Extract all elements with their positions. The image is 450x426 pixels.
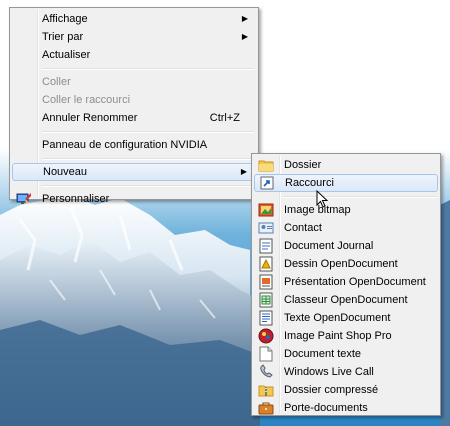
menu-item-coller: Coller bbox=[12, 73, 256, 91]
menu-item-label: Panneau de configuration NVIDIA bbox=[42, 139, 208, 151]
spreadsheet-icon bbox=[258, 292, 274, 308]
menu-item-label: Windows Live Call bbox=[284, 366, 374, 378]
contact-icon bbox=[258, 220, 274, 236]
submenu-item-dessin-opendocument[interactable]: Dessin OpenDocument bbox=[254, 255, 438, 273]
menu-item-label: Présentation OpenDocument bbox=[284, 276, 426, 288]
journal-icon bbox=[258, 238, 274, 254]
shortcut-icon bbox=[259, 175, 275, 191]
submenu-item-image-paint-shop-pro[interactable]: Image Paint Shop Pro bbox=[254, 327, 438, 345]
submenu-item-image-bitmap[interactable]: Image bitmap bbox=[254, 201, 438, 219]
menu-item-label: Coller le raccourci bbox=[42, 94, 131, 106]
menu-item-label: Annuler Renommer bbox=[42, 112, 138, 124]
menu-item-nouveau[interactable]: Nouveau ▶ bbox=[12, 163, 256, 181]
menu-item-nvidia[interactable]: Panneau de configuration NVIDIA bbox=[12, 136, 256, 154]
phone-icon bbox=[258, 364, 274, 380]
menu-item-label: Contact bbox=[284, 222, 322, 234]
menu-separator bbox=[12, 64, 256, 73]
menu-item-label: Personnaliser bbox=[42, 193, 110, 205]
text-document-icon bbox=[258, 310, 274, 326]
presentation-icon bbox=[258, 274, 274, 290]
submenu-item-porte-documents[interactable]: Porte-documents bbox=[254, 399, 438, 417]
mouse-cursor-icon bbox=[316, 189, 329, 212]
menu-item-label: Texte OpenDocument bbox=[284, 312, 391, 324]
personalize-icon bbox=[16, 191, 32, 207]
menu-item-shortcut: Ctrl+Z bbox=[209, 112, 240, 124]
menu-item-label: Dessin OpenDocument bbox=[284, 258, 398, 270]
submenu-arrow-icon: ▶ bbox=[241, 14, 248, 23]
submenu-arrow-icon: ▶ bbox=[241, 32, 248, 41]
menu-item-affichage[interactable]: Affichage ▶ bbox=[12, 10, 256, 28]
submenu-item-raccourci[interactable]: Raccourci bbox=[254, 174, 438, 192]
submenu-item-dossier[interactable]: Dossier bbox=[254, 156, 438, 174]
menu-item-label: Porte-documents bbox=[284, 402, 368, 414]
menu-separator bbox=[12, 181, 256, 190]
menu-item-label: Classeur OpenDocument bbox=[284, 294, 408, 306]
submenu-item-contact[interactable]: Contact bbox=[254, 219, 438, 237]
menu-item-label: Image Paint Shop Pro bbox=[284, 330, 392, 342]
nouveau-submenu: Dossier Raccourci Image bitmap Contact D… bbox=[251, 153, 441, 416]
folder-icon bbox=[258, 157, 274, 173]
text-file-icon bbox=[258, 346, 274, 362]
menu-item-label: Dossier bbox=[284, 159, 322, 171]
menu-item-coller-raccourci: Coller le raccourci bbox=[12, 91, 256, 109]
desktop-context-menu: Affichage ▶ Trier par ▶ Actualiser Colle… bbox=[9, 7, 259, 205]
menu-item-label: Dossier compressé bbox=[284, 384, 379, 396]
menu-item-label: Nouveau bbox=[43, 166, 88, 178]
menu-item-label: Trier par bbox=[42, 31, 84, 43]
menu-separator bbox=[12, 154, 256, 163]
paint-shop-pro-icon bbox=[258, 328, 274, 344]
submenu-item-windows-live-call[interactable]: Windows Live Call bbox=[254, 363, 438, 381]
submenu-item-dossier-compresse[interactable]: Dossier compressé bbox=[254, 381, 438, 399]
submenu-item-document-journal[interactable]: Document Journal bbox=[254, 237, 438, 255]
submenu-item-texte-opendocument[interactable]: Texte OpenDocument bbox=[254, 309, 438, 327]
menu-item-trier-par[interactable]: Trier par ▶ bbox=[12, 28, 256, 46]
menu-separator bbox=[12, 127, 256, 136]
submenu-item-presentation-opendocument[interactable]: Présentation OpenDocument bbox=[254, 273, 438, 291]
bitmap-icon bbox=[258, 202, 274, 218]
menu-item-label: Document Journal bbox=[284, 240, 374, 252]
menu-item-personnaliser[interactable]: Personnaliser bbox=[12, 190, 256, 208]
menu-item-label: Document texte bbox=[284, 348, 362, 360]
menu-item-actualiser[interactable]: Actualiser bbox=[12, 46, 256, 64]
submenu-item-classeur-opendocument[interactable]: Classeur OpenDocument bbox=[254, 291, 438, 309]
menu-item-annuler-renommer[interactable]: Annuler Renommer Ctrl+Z bbox=[12, 109, 256, 127]
menu-separator bbox=[254, 192, 438, 201]
zip-folder-icon bbox=[258, 382, 274, 398]
briefcase-icon bbox=[258, 400, 274, 416]
menu-item-label: Coller bbox=[42, 76, 71, 88]
menu-item-label: Raccourci bbox=[285, 177, 334, 189]
submenu-item-document-texte[interactable]: Document texte bbox=[254, 345, 438, 363]
drawing-icon bbox=[258, 256, 274, 272]
menu-item-label: Affichage bbox=[42, 13, 88, 25]
menu-item-label: Actualiser bbox=[42, 49, 91, 61]
submenu-arrow-icon: ▶ bbox=[240, 167, 247, 176]
